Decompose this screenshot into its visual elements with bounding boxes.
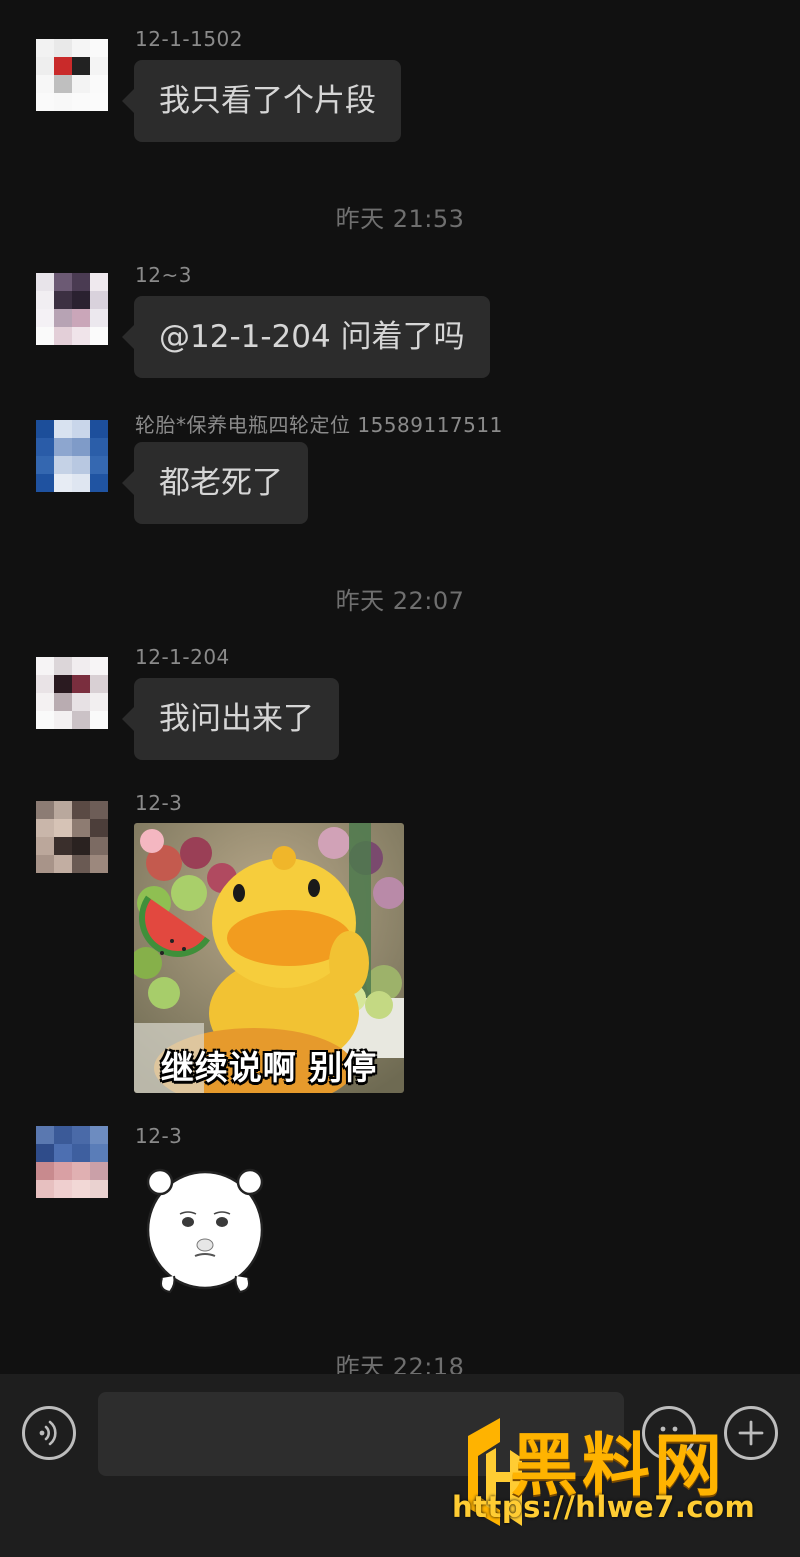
message-bubble[interactable]: 都老死了 xyxy=(122,442,308,524)
avatar[interactable] xyxy=(36,273,108,345)
avatar[interactable] xyxy=(36,801,108,873)
sticker-caption: 继续说啊 别停 xyxy=(160,1048,378,1087)
message-bubble[interactable]: 我问出来了 xyxy=(122,678,339,760)
message-bubble[interactable]: 我只看了个片段 xyxy=(122,60,401,142)
avatar[interactable] xyxy=(36,1126,108,1198)
sender-name: 12-1-204 xyxy=(135,645,230,669)
sender-name: 12-3 xyxy=(135,791,183,815)
message-bubble[interactable]: @12-1-204 问着了吗 xyxy=(122,296,490,378)
sender-name: 12-1-1502 xyxy=(135,27,244,51)
chat-window: 12-1-1502 我只看了个片段 昨天 21:53 12~3 @12-1-20… xyxy=(0,0,800,1557)
avatar[interactable] xyxy=(36,657,108,729)
watermark-url: https://hlwe7.com xyxy=(452,1490,756,1524)
timestamp: 昨天 22:07 xyxy=(335,587,465,615)
avatar[interactable] xyxy=(36,39,108,111)
timestamp: 昨天 21:53 xyxy=(335,205,465,233)
sticker-image[interactable]: 继续说啊 别停 xyxy=(134,823,404,1093)
sender-name: 轮胎*保养电瓶四轮定位 15589117511 xyxy=(135,413,503,437)
avatar[interactable] xyxy=(36,420,108,492)
sticker-image[interactable] xyxy=(140,1160,270,1295)
sender-name: 12-3 xyxy=(135,1124,183,1148)
bear-face-sticker xyxy=(146,1168,264,1294)
voice-button[interactable] xyxy=(22,1406,76,1460)
sender-name: 12~3 xyxy=(135,263,192,287)
voice-icon xyxy=(39,1420,57,1446)
